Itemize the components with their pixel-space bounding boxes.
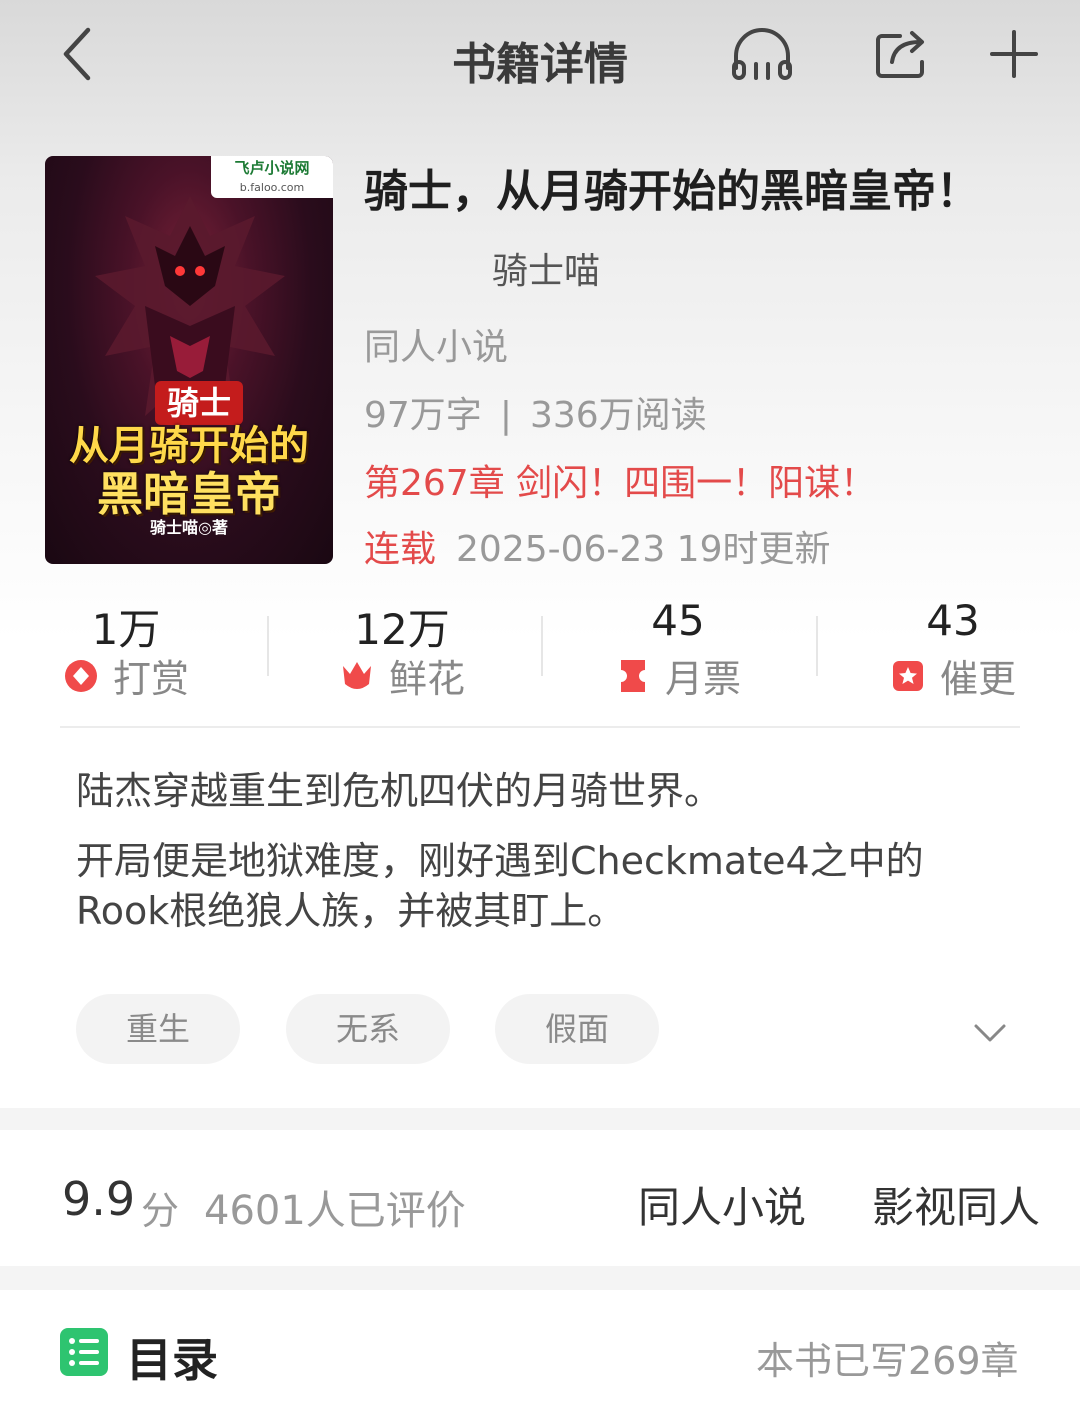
stat-label: 月票: [664, 657, 741, 701]
stat-label: 鲜花: [388, 657, 465, 701]
stat-monthly-ticket[interactable]: 45 月票: [578, 596, 778, 706]
synopsis-paragraph: 开局便是地狱难度，刚好遇到Checkmate4之中的Rook根绝狼人族，并被其盯…: [76, 839, 924, 933]
book-author[interactable]: 骑士喵: [492, 242, 600, 294]
flower-icon: [342, 661, 371, 689]
share-button[interactable]: [870, 24, 934, 84]
rating-count[interactable]: 4601人已评价: [204, 1178, 466, 1236]
book-title: 骑士，从月骑开始的黑暗皇帝！: [364, 166, 980, 217]
word-count: 97万字: [364, 395, 482, 436]
listen-button[interactable]: [730, 24, 794, 84]
back-arrow-icon: [63, 27, 91, 81]
book-cover[interactable]: 飞卢小说网 b.faloo.com 骑士 从月骑开始的 黑暗皇帝 骑士喵◎著: [45, 156, 333, 564]
latest-chapter-link[interactable]: 第267章 剑闪！四围一！阳谋！: [364, 454, 876, 506]
stat-separator: [267, 616, 269, 676]
headphones-icon: [732, 28, 792, 80]
stat-value: 43: [926, 596, 980, 645]
share-icon: [876, 31, 924, 78]
book-synopsis[interactable]: 陆杰穿越重生到危机四伏的月骑世界。 开局便是地狱难度，刚好遇到Checkmate…: [76, 766, 1016, 956]
stat-separator: [816, 616, 818, 676]
book-category: 同人小说: [364, 327, 509, 368]
cover-title-line2: 从月骑开始的: [69, 423, 309, 469]
cover-title-line3: 黑暗皇帝: [97, 467, 281, 521]
chevron-down-icon: [974, 1024, 1006, 1042]
stat-flowers[interactable]: 12万 鲜花: [302, 596, 502, 706]
tag-chip[interactable]: 假面: [495, 994, 659, 1064]
back-button[interactable]: [52, 24, 108, 84]
book-stats: 97万字 | 336万阅读: [364, 386, 707, 438]
rating-score: 9.9: [62, 1172, 136, 1226]
update-info: 连载 2025-06-23 19时更新: [364, 520, 830, 572]
publisher-name: 飞卢小说网: [234, 159, 310, 177]
rating-score-unit: 分: [141, 1189, 180, 1233]
stats-separator: |: [499, 395, 512, 436]
stat-label: 催更: [939, 657, 1016, 701]
chapter-count: 本书已写269章: [756, 1339, 1019, 1383]
tag-chip[interactable]: 重生: [76, 994, 240, 1064]
publisher-logo: 飞卢小说网 b.faloo.com: [211, 156, 333, 198]
category-link-film-fanfic[interactable]: 影视同人: [872, 1174, 1040, 1235]
cover-title-line1: 骑士: [155, 381, 243, 425]
synopsis-paragraph: 陆杰穿越重生到危机四伏的月骑世界。: [76, 769, 723, 813]
expand-tags-button[interactable]: [970, 1014, 1010, 1054]
reward-icon: [64, 659, 97, 692]
stat-label: 打赏: [112, 657, 189, 701]
stat-value: 45: [651, 596, 705, 645]
category-link-fanfic[interactable]: 同人小说: [638, 1174, 806, 1235]
divider: [60, 726, 1020, 728]
tag-chip[interactable]: 无系: [286, 994, 450, 1064]
serial-status: 连载: [364, 529, 437, 570]
plus-icon: [990, 30, 1038, 78]
read-count: 336万阅读: [529, 395, 707, 436]
add-to-shelf-button[interactable]: [982, 24, 1046, 84]
catalog-list-icon: [60, 1328, 108, 1376]
stat-reward[interactable]: 1万 打赏: [26, 596, 226, 706]
ticket-icon: [620, 659, 645, 692]
stat-urge-update[interactable]: 43 催更: [853, 596, 1053, 706]
stat-separator: [541, 616, 543, 676]
top-bar: 书籍详情: [0, 0, 1080, 110]
toc-label[interactable]: 目录: [126, 1324, 218, 1390]
urge-icon: [892, 660, 923, 691]
publisher-url: b.faloo.com: [239, 181, 305, 194]
update-time: 2025-06-23 19时更新: [456, 529, 831, 570]
cover-author-credit: 骑士喵◎著: [150, 518, 228, 537]
